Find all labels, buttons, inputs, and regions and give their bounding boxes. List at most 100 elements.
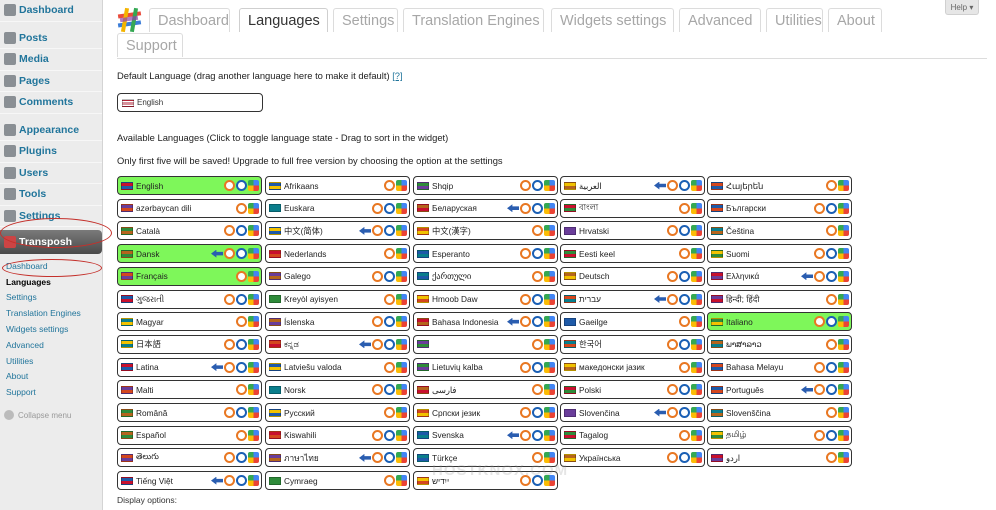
tab-dashboard[interactable]: Dashboard — [149, 8, 230, 32]
tab-languages[interactable]: Languages — [239, 8, 328, 32]
language-toggle[interactable]: Latina — [117, 357, 262, 377]
language-toggle[interactable]: 日本語 — [117, 334, 262, 354]
language-toggle[interactable]: Português — [707, 380, 852, 400]
language-toggle[interactable]: Svenska — [413, 425, 558, 445]
language-toggle[interactable]: 中文(简体) — [265, 221, 410, 241]
default-help-link[interactable]: [?] — [392, 70, 402, 81]
tab-utilities[interactable]: Utilities — [766, 8, 823, 32]
language-toggle[interactable]: English — [117, 176, 262, 195]
language-toggle[interactable]: Română — [117, 403, 262, 422]
language-toggle[interactable]: Malti — [117, 380, 262, 400]
bing-engine-icon — [826, 407, 837, 418]
language-toggle[interactable]: Nederlands — [265, 244, 410, 264]
language-toggle[interactable]: Gaeilge — [560, 312, 705, 332]
tab-support[interactable]: Support — [117, 33, 183, 57]
language-toggle[interactable]: Lietuvių kalba — [413, 357, 558, 377]
submenu-item-support[interactable]: Support — [0, 384, 102, 400]
language-toggle[interactable]: Ελληνικά — [707, 266, 852, 286]
language-toggle[interactable]: हिन्दी; हिंदी — [707, 289, 852, 309]
language-toggle[interactable]: Hrvatski — [560, 221, 705, 241]
tab-settings[interactable]: Settings — [333, 8, 398, 32]
language-toggle[interactable]: Slovenščina — [707, 403, 852, 422]
sidebar-item-label: Media — [19, 53, 49, 66]
language-toggle[interactable]: azərbaycan dili — [117, 198, 262, 218]
language-toggle[interactable]: Dansk — [117, 244, 262, 264]
submenu-item-widgets-settings[interactable]: Widgets settings — [0, 321, 102, 337]
sidebar-item-tools[interactable]: Tools — [0, 184, 102, 206]
language-toggle[interactable]: Italiano — [707, 312, 852, 332]
tab-advanced[interactable]: Advanced — [679, 8, 761, 32]
language-toggle[interactable]: Čeština — [707, 221, 852, 241]
language-toggle[interactable]: Српски језик — [413, 403, 558, 422]
language-toggle[interactable]: Polski — [560, 380, 705, 400]
language-toggle[interactable]: Русский — [265, 403, 410, 422]
language-toggle[interactable]: Español — [117, 425, 262, 445]
sidebar-item-plugins[interactable]: Plugins — [0, 141, 102, 163]
highlight-oval-transposh — [0, 218, 112, 248]
language-toggle[interactable]: Suomi — [707, 244, 852, 264]
sidebar-item-posts[interactable]: Posts — [0, 28, 102, 49]
language-toggle[interactable]: Tiếng Việt — [117, 471, 262, 491]
language-toggle[interactable]: Slovenčina — [560, 403, 705, 422]
sidebar-item-media[interactable]: Media — [0, 49, 102, 71]
language-toggle[interactable]: Kiswahili — [265, 425, 410, 445]
tab-translation-engines[interactable]: Translation Engines — [403, 8, 544, 32]
language-toggle[interactable]: Afrikaans — [265, 176, 410, 195]
language-toggle[interactable]: ภาษาไทย — [265, 448, 410, 468]
language-toggle[interactable]: فارسی — [413, 380, 558, 400]
submenu-item-translation-engines[interactable]: Translation Engines — [0, 305, 102, 321]
language-toggle[interactable]: Kreyòl ayisyen — [265, 289, 410, 309]
language-toggle[interactable]: Català — [117, 221, 262, 241]
language-toggle[interactable]: ქართული — [413, 266, 558, 286]
tab-about[interactable]: About — [828, 8, 882, 32]
language-toggle[interactable]: Hmoob Daw — [413, 289, 558, 309]
language-toggle[interactable]: Latviešu valoda — [265, 357, 410, 377]
language-toggle[interactable]: Tagalog — [560, 425, 705, 445]
sidebar-item-dashboard[interactable]: Dashboard — [0, 0, 102, 22]
language-toggle[interactable]: Esperanto — [413, 244, 558, 264]
default-language-slot[interactable]: English — [117, 93, 263, 112]
language-toggle[interactable]: العربية — [560, 176, 705, 195]
language-toggle[interactable]: Eesti keel — [560, 244, 705, 264]
sidebar-item-pages[interactable]: Pages — [0, 71, 102, 92]
tab-widgets-settings[interactable]: Widgets settings — [551, 8, 674, 32]
submenu-item-settings[interactable]: Settings — [0, 290, 102, 306]
translation-engine-icons — [679, 429, 702, 441]
language-toggle[interactable]: Magyar — [117, 312, 262, 332]
language-toggle[interactable]: తెలుగు — [117, 448, 262, 468]
language-toggle[interactable]: ગુજરાતી — [117, 289, 262, 309]
language-toggle[interactable]: Shqip — [413, 176, 558, 195]
sidebar-item-appearance[interactable]: Appearance — [0, 120, 102, 141]
language-toggle[interactable]: Bahasa Melayu — [707, 357, 852, 377]
language-toggle[interactable]: Deutsch — [560, 266, 705, 286]
language-toggle[interactable]: ಕನ್ನಡ — [265, 334, 410, 354]
language-toggle[interactable]: Українська — [560, 448, 705, 468]
language-toggle[interactable]: Euskara — [265, 198, 410, 218]
language-toggle[interactable]: Беларуская — [413, 198, 558, 218]
sidebar-item-comments[interactable]: Comments — [0, 92, 102, 114]
collapse-menu-button[interactable]: Collapse menu — [0, 410, 102, 421]
language-toggle[interactable]: македонски јазик — [560, 357, 705, 377]
language-toggle[interactable]: 中文(漢字) — [413, 221, 558, 241]
language-toggle[interactable]: 한국어 — [560, 334, 705, 354]
language-toggle[interactable]: ພາສາລາວ — [707, 334, 852, 354]
submenu-item-about[interactable]: About — [0, 369, 102, 385]
language-toggle[interactable]: Norsk — [265, 380, 410, 400]
language-toggle[interactable]: Bahasa Indonesia — [413, 312, 558, 332]
language-toggle[interactable]: Galego — [265, 266, 410, 286]
language-toggle[interactable]: বাংলা — [560, 198, 705, 218]
language-toggle[interactable]: Français — [117, 266, 262, 286]
language-toggle[interactable]: اردو — [707, 448, 852, 468]
language-toggle[interactable] — [413, 334, 558, 354]
language-toggle[interactable]: Íslenska — [265, 312, 410, 332]
help-button[interactable]: Help ▾ — [945, 0, 979, 15]
language-toggle[interactable]: தமிழ் — [707, 425, 852, 445]
language-toggle[interactable]: עברית — [560, 289, 705, 309]
language-toggle[interactable]: Հայերեն — [707, 176, 852, 195]
language-toggle[interactable]: Cymraeg — [265, 471, 410, 491]
sidebar-item-users[interactable]: Users — [0, 163, 102, 184]
submenu-item-utilities[interactable]: Utilities — [0, 353, 102, 369]
rtl-arrow-icon — [211, 363, 223, 372]
submenu-item-advanced[interactable]: Advanced — [0, 337, 102, 353]
language-toggle[interactable]: Български — [707, 198, 852, 218]
